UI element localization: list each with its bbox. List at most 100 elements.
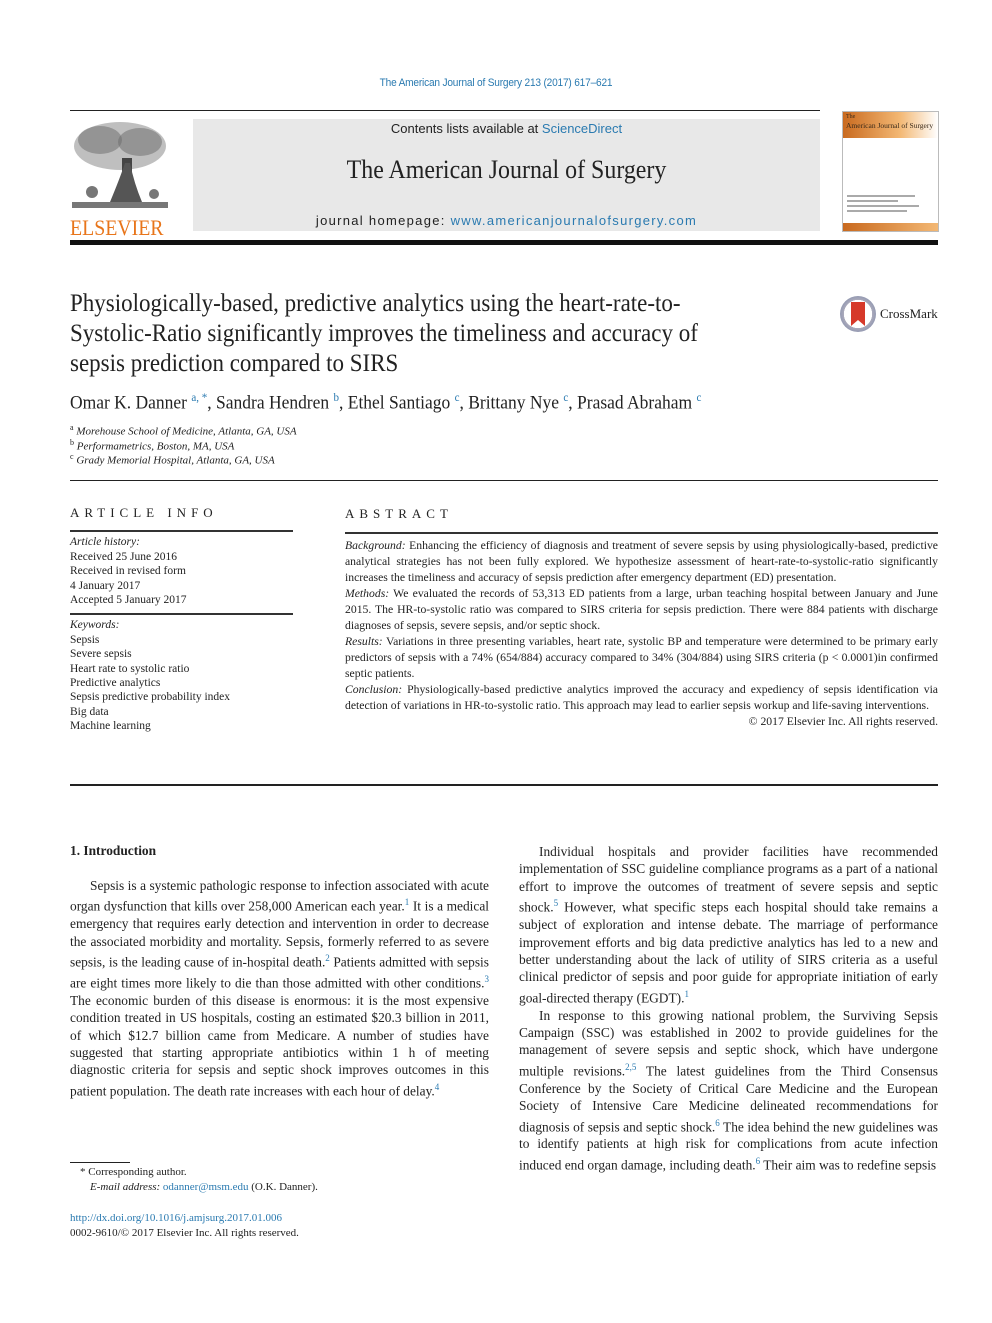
keywords-rule	[70, 613, 293, 616]
email-link[interactable]: odanner@msm.edu	[163, 1181, 249, 1193]
abstract-section-text: Variations in three presenting variables…	[345, 635, 938, 680]
doi-link[interactable]: http://dx.doi.org/10.1016/j.amjsurg.2017…	[70, 1211, 299, 1226]
abstract-rule	[345, 532, 938, 534]
masthead-thick-rule	[70, 240, 938, 245]
email-suffix: (O.K. Danner).	[248, 1181, 318, 1193]
abstract-conclusion: Conclusion: Physiologically-based predic…	[345, 682, 938, 714]
crossmark-badge[interactable]: CrossMark	[840, 296, 938, 332]
elsevier-tree-icon	[72, 122, 168, 208]
cover-title-band: The American Journal of Surgery	[843, 112, 938, 138]
author-affiliation-marker[interactable]: c	[696, 390, 701, 404]
cover-title: American Journal of Surgery	[846, 121, 934, 130]
abstract-section-text: We evaluated the records of 53,313 ED pa…	[345, 587, 938, 632]
author-name[interactable]: Ethel Santiago	[348, 392, 450, 413]
abstract-results: Results: Variations in three presenting …	[345, 634, 938, 682]
abstract-heading: ABSTRACT	[345, 506, 453, 521]
contents-prefix: Contents lists available at	[390, 121, 542, 136]
journal-cover-thumbnail[interactable]: The American Journal of Surgery	[842, 111, 939, 232]
abstract-section-text: Physiologically-based predictive analyti…	[345, 683, 938, 712]
article-title: Physiologically-based, predictive analyt…	[70, 289, 760, 379]
abstract-end-rule	[70, 784, 938, 786]
affiliation-text: Morehouse School of Medicine, Atlanta, G…	[76, 425, 297, 438]
keyword: Machine learning	[70, 720, 151, 733]
affiliation-text: Grady Memorial Hospital, Atlanta, GA, US…	[76, 454, 275, 467]
issn-line: 0002-9610/© 2017 Elsevier Inc. All right…	[70, 1227, 299, 1239]
keyword: Severe sepsis	[70, 648, 132, 661]
body-paragraph: In response to this growing national pro…	[519, 1007, 938, 1174]
email-line: E-mail address: odanner@msm.edu (O.K. Da…	[70, 1180, 318, 1195]
abstract-section-label: Results:	[345, 635, 383, 648]
abstract-background: Background: Enhancing the efficiency of …	[345, 538, 938, 586]
cover-text-lines	[847, 195, 932, 215]
author-list: Omar K. Danner a, *, Sandra Hendren b, E…	[70, 390, 702, 414]
email-label: E-mail address:	[90, 1181, 163, 1193]
corresponding-author-note: * Corresponding author.	[80, 1166, 187, 1178]
elsevier-logo[interactable]: ELSEVIER	[70, 118, 172, 240]
keyword: Sepsis predictive probability index	[70, 691, 231, 704]
keyword: Sepsis	[70, 633, 100, 646]
citation-link[interactable]: 1	[684, 989, 689, 999]
contents-line: Contents lists available at ScienceDirec…	[193, 121, 820, 136]
abstract-methods: Methods: We evaluated the records of 53,…	[345, 586, 938, 634]
title-line: Systolic-Ratio significantly improves th…	[70, 320, 698, 347]
homepage-line: journal homepage: www.americanjournalofs…	[193, 213, 820, 228]
paragraph-text: The economic burden of this disease is e…	[70, 992, 489, 1099]
affiliation: a Morehouse School of Medicine, Atlanta,…	[70, 423, 297, 438]
sciencedirect-link[interactable]: ScienceDirect	[542, 121, 622, 136]
body-paragraph: Sepsis is a systemic pathologic response…	[70, 877, 489, 1100]
body-right-column: Individual hospitals and provider facili…	[519, 843, 938, 1174]
author-affiliation-marker[interactable]: c	[563, 390, 568, 404]
history-item: Received 25 June 2016	[70, 550, 177, 563]
abstract: ABSTRACT Background: Enhancing the effic…	[345, 506, 938, 730]
crossmark-icon	[840, 296, 876, 332]
author-name[interactable]: Omar K. Danner	[70, 392, 187, 413]
paragraph-text: However, what specific steps each hospit…	[519, 899, 938, 1006]
author-name[interactable]: Prasad Abraham	[577, 392, 692, 413]
cover-title-small: The	[846, 114, 856, 120]
keywords-label: Keywords:	[70, 619, 120, 632]
author-name[interactable]: Sandra Hendren	[216, 392, 329, 413]
journal-masthead: Contents lists available at ScienceDirec…	[193, 119, 820, 231]
abstract-copyright: © 2017 Elsevier Inc. All rights reserved…	[748, 715, 938, 728]
title-line: Physiologically-based, predictive analyt…	[70, 290, 681, 317]
history-item: Accepted 5 January 2017	[70, 594, 187, 607]
abstract-section-text: Enhancing the efficiency of diagnosis an…	[345, 539, 938, 584]
running-head[interactable]: The American Journal of Surgery 213 (201…	[40, 77, 953, 89]
footnote-rule	[70, 1162, 130, 1163]
affiliation-text: Performametrics, Boston, MA, USA	[76, 440, 235, 453]
affiliation-marker: b	[70, 438, 74, 447]
front-matter-rule	[70, 480, 938, 481]
section-heading-introduction: 1. Introduction	[70, 843, 157, 858]
history-item: 4 January 2017	[70, 579, 141, 592]
footnote: * Corresponding author. E-mail address: …	[70, 1165, 318, 1195]
citation-link[interactable]: 2,5	[625, 1062, 636, 1072]
article-history-label: Article history:	[70, 536, 140, 549]
citation-link[interactable]: 3	[485, 974, 490, 984]
history-item: Received in revised form	[70, 565, 186, 578]
author-affiliation-marker[interactable]: b	[334, 390, 340, 404]
homepage-prefix: journal homepage:	[315, 213, 451, 228]
cover-footer-band	[843, 223, 938, 231]
journal-name: The American Journal of Surgery	[346, 155, 667, 184]
keyword: Predictive analytics	[70, 677, 161, 690]
abstract-section-label: Conclusion:	[345, 683, 403, 696]
author-affiliation-marker[interactable]: a, *	[191, 390, 207, 404]
affiliation: b Performametrics, Boston, MA, USA	[70, 438, 234, 453]
abstract-section-label: Methods:	[345, 587, 390, 600]
crossmark-label: CrossMark	[880, 306, 938, 321]
article-info-heading: ARTICLE INFO	[70, 505, 218, 520]
article-info: ARTICLE INFO Article history: Received 2…	[70, 505, 293, 734]
citation-link[interactable]: 4	[435, 1082, 440, 1092]
affiliation: c Grady Memorial Hospital, Atlanta, GA, …	[70, 452, 275, 467]
journal-homepage-link[interactable]: www.americanjournalofsurgery.com	[451, 213, 698, 228]
author-affiliation-marker[interactable]: c	[455, 390, 460, 404]
elsevier-wordmark: ELSEVIER	[70, 215, 164, 240]
affiliation-marker: a	[70, 423, 74, 432]
affiliation-marker: c	[70, 452, 74, 461]
author-name[interactable]: Brittany Nye	[468, 392, 559, 413]
article-info-rule	[70, 530, 293, 533]
doi-block: http://dx.doi.org/10.1016/j.amjsurg.2017…	[70, 1211, 299, 1241]
body-left-column: Sepsis is a systemic pathologic response…	[70, 877, 489, 1100]
body-paragraph: Individual hospitals and provider facili…	[519, 843, 938, 1007]
abstract-section-label: Background:	[345, 539, 406, 552]
